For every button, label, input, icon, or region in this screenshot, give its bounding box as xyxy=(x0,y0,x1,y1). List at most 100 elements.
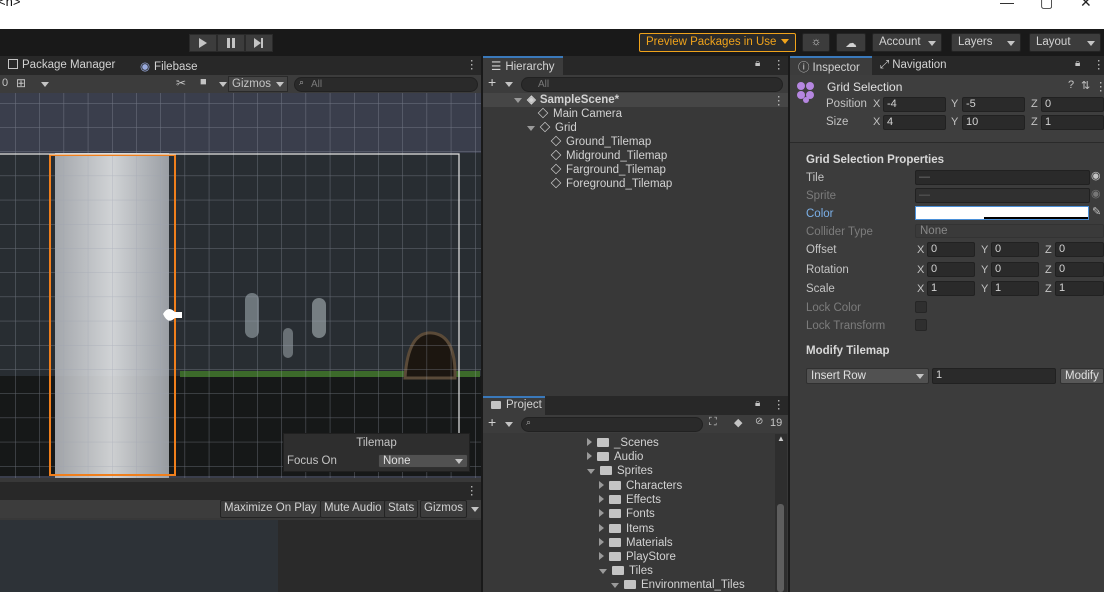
expand-icon[interactable] xyxy=(514,98,522,103)
camera-icon[interactable]: ■ xyxy=(200,76,207,88)
hierarchy-item-farground-tilemap[interactable]: Farground_Tilemap xyxy=(550,163,666,177)
stats-button[interactable]: Stats xyxy=(384,500,419,518)
lock-transform-checkbox[interactable] xyxy=(915,319,927,331)
game-more-icon[interactable]: ⋮ xyxy=(466,483,478,497)
project-item-fonts[interactable]: Fonts xyxy=(599,507,655,521)
scene-more-icon[interactable]: ⋮ xyxy=(773,93,785,107)
position-x-field[interactable]: -4 xyxy=(883,97,946,112)
hierarchy-item-foreground-tilemap[interactable]: Foreground_Tilemap xyxy=(550,177,672,191)
expand-icon[interactable] xyxy=(527,126,535,131)
rotation-z-field[interactable]: 0 xyxy=(1055,262,1104,277)
tab-navigation[interactable]: ⤢ Navigation xyxy=(872,56,955,75)
hierarchy-item-main-camera[interactable]: Main Camera xyxy=(537,107,622,121)
add-caret-icon[interactable] xyxy=(505,82,513,87)
tab-package-manager[interactable]: Package Manager xyxy=(0,56,123,75)
project-add-caret-icon[interactable] xyxy=(505,422,513,427)
size-y-field[interactable]: 10 xyxy=(962,115,1025,130)
filter-type-icon[interactable]: ⛶ xyxy=(709,416,717,429)
play-button[interactable] xyxy=(189,34,217,52)
expand-icon[interactable] xyxy=(599,569,607,574)
label-tag-icon[interactable]: ◆ xyxy=(734,416,742,429)
more-icon[interactable]: ⋮ xyxy=(466,57,478,71)
sprite-object-field[interactable]: — xyxy=(915,188,1090,203)
expand-icon[interactable] xyxy=(599,552,604,560)
project-scrollbar[interactable]: ▲ xyxy=(775,434,787,592)
expand-icon[interactable] xyxy=(599,538,604,546)
hierarchy-item-samplescene[interactable]: ◈ SampleScene* xyxy=(514,93,619,107)
grid-snap-icon[interactable]: ⊞ xyxy=(16,76,26,90)
scene-viewport[interactable]: Tilemap Focus On None xyxy=(0,93,481,478)
position-y-field[interactable]: -5 xyxy=(962,97,1025,112)
settings-icon[interactable]: ⇅ xyxy=(1081,79,1090,92)
color-field[interactable] xyxy=(915,206,1089,220)
sun-button[interactable]: ☼ xyxy=(802,33,830,52)
sprite-picker-icon[interactable]: ◉ xyxy=(1091,187,1101,200)
hidden-packages-icon[interactable]: ⊘ xyxy=(755,416,763,427)
object-more-icon[interactable]: ⋮ xyxy=(1095,79,1104,93)
maximize-on-play-button[interactable]: Maximize On Play xyxy=(220,500,321,518)
hierarchy-item-ground-tilemap[interactable]: Ground_Tilemap xyxy=(550,135,651,149)
offset-y-field[interactable]: 0 xyxy=(991,242,1039,257)
maximize-icon[interactable]: ▢ xyxy=(1040,0,1053,11)
size-z-field[interactable]: 1 xyxy=(1041,115,1104,130)
project-item-audio[interactable]: Audio xyxy=(587,450,643,464)
layout-dropdown[interactable]: Layout xyxy=(1029,33,1101,52)
hierarchy-more-icon[interactable]: ⋮ xyxy=(773,57,785,71)
inspector-lock-icon[interactable]: 🔒︎ xyxy=(1075,58,1080,69)
game-gizmos-caret-icon[interactable] xyxy=(471,507,479,512)
project-lock-icon[interactable]: 🔒︎ xyxy=(755,398,760,409)
position-z-field[interactable]: 0 xyxy=(1041,97,1104,112)
expand-icon[interactable] xyxy=(587,438,592,446)
tab-hierarchy[interactable]: ☰ Hierarchy xyxy=(483,56,563,75)
scene-search-input[interactable]: All xyxy=(294,77,478,92)
offset-z-field[interactable]: 0 xyxy=(1055,242,1104,257)
project-add-icon[interactable]: + xyxy=(488,414,496,430)
mute-audio-button[interactable]: Mute Audio xyxy=(320,500,386,518)
project-item-environmental-tiles[interactable]: Environmental_Tiles xyxy=(611,578,745,592)
eyedropper-icon[interactable]: ✎ xyxy=(1092,205,1101,218)
step-button[interactable] xyxy=(245,34,273,52)
project-item-effects[interactable]: Effects xyxy=(599,493,661,507)
add-icon[interactable]: + xyxy=(488,74,496,90)
project-item-characters[interactable]: Characters xyxy=(599,479,682,493)
scale-y-field[interactable]: 1 xyxy=(991,281,1039,296)
hierarchy-item-grid[interactable]: Grid xyxy=(527,121,577,135)
expand-icon[interactable] xyxy=(587,452,592,460)
project-item-materials[interactable]: Materials xyxy=(599,536,673,550)
lock-color-checkbox[interactable] xyxy=(915,301,927,313)
modify-operation-dropdown[interactable]: Insert Row xyxy=(806,368,929,384)
minimize-icon[interactable]: — xyxy=(1000,0,1014,10)
scale-z-field[interactable]: 1 xyxy=(1055,281,1104,296)
scale-x-field[interactable]: 1 xyxy=(927,281,975,296)
rotation-x-field[interactable]: 0 xyxy=(927,262,975,277)
scroll-up-icon[interactable]: ▲ xyxy=(777,434,785,443)
gizmos-dropdown[interactable]: Gizmos xyxy=(228,76,288,92)
tab-filebase[interactable]: ◉ Filebase xyxy=(132,56,206,75)
scroll-thumb[interactable] xyxy=(777,504,784,592)
expand-icon[interactable] xyxy=(599,495,604,503)
grid-snap-caret-icon[interactable] xyxy=(41,82,49,87)
expand-icon[interactable] xyxy=(599,524,604,532)
separator-left[interactable] xyxy=(481,56,483,592)
hierarchy-search-input[interactable]: All xyxy=(521,77,783,92)
lock-icon[interactable]: 🔒︎ xyxy=(755,58,760,69)
help-icon[interactable]: ? xyxy=(1068,79,1074,91)
project-item-tiles[interactable]: Tiles xyxy=(599,564,653,578)
modify-count-field[interactable]: 1 xyxy=(932,368,1056,384)
tab-inspector[interactable]: ⓘ Inspector xyxy=(790,56,872,75)
tools-icon[interactable]: ✂ xyxy=(176,76,186,90)
account-dropdown[interactable]: Account xyxy=(872,33,942,52)
tile-picker-icon[interactable]: ◉ xyxy=(1091,169,1101,182)
inspector-more-icon[interactable]: ⋮ xyxy=(1093,57,1104,71)
expand-icon[interactable] xyxy=(599,481,604,489)
game-gizmos-button[interactable]: Gizmos xyxy=(420,500,467,518)
offset-x-field[interactable]: 0 xyxy=(927,242,975,257)
expand-icon[interactable] xyxy=(587,469,595,474)
hierarchy-item-midground-tilemap[interactable]: Midground_Tilemap xyxy=(550,149,667,163)
pause-button[interactable] xyxy=(217,34,245,52)
close-icon[interactable]: ✕ xyxy=(1080,0,1092,11)
project-more-icon[interactable]: ⋮ xyxy=(773,397,785,411)
modify-button[interactable]: Modify xyxy=(1060,368,1104,384)
separator-right[interactable] xyxy=(788,56,790,592)
project-item-playstore[interactable]: PlayStore xyxy=(599,550,676,564)
